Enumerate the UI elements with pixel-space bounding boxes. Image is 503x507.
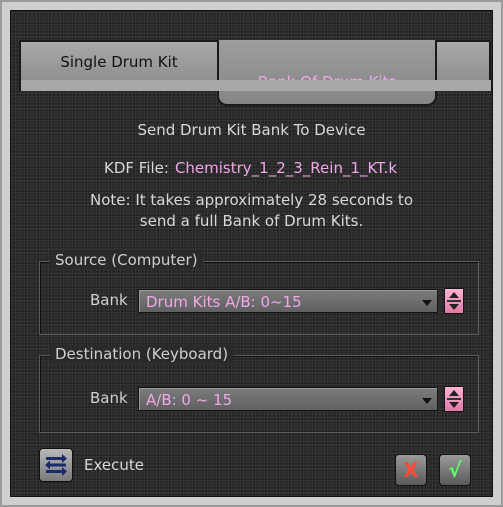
arrow-down-icon[interactable]	[449, 402, 459, 408]
source-bank-value: Drum Kits A/B: 0~15	[146, 293, 302, 311]
kdf-file-label: KDF File:	[104, 159, 169, 177]
tab-bank-of-drum-kits[interactable]: Bank Of Drum Kits	[217, 40, 437, 106]
stepper-divider	[447, 300, 461, 302]
source-bank-stepper[interactable]	[444, 288, 464, 314]
tab-filler	[435, 40, 491, 82]
destination-bank-label: Bank	[90, 389, 128, 407]
note-line-1: Note: It takes approximately 28 seconds …	[90, 191, 413, 209]
source-bank-dropdown[interactable]: Drum Kits A/B: 0~15	[138, 289, 438, 313]
chevron-down-icon	[422, 398, 432, 404]
ok-button[interactable]: √	[439, 454, 471, 486]
destination-bank-value: A/B: 0 ~ 15	[146, 391, 233, 409]
heading-text: Send Drum Kit Bank To Device	[137, 121, 366, 139]
destination-bank-dropdown[interactable]: A/B: 0 ~ 15	[138, 387, 438, 411]
chevron-down-icon	[422, 300, 432, 306]
tab-single-drum-kit[interactable]: Single Drum Kit	[19, 40, 219, 82]
kdf-file-line: KDF File: Chemistry_1_2_3_Rein_1_KT.k	[104, 159, 397, 177]
stepper-divider	[447, 398, 461, 400]
execute-icon	[39, 448, 73, 482]
execute-button[interactable]: Execute	[39, 448, 169, 484]
execute-icon-graphic	[45, 454, 67, 476]
destination-group: Destination (Keyboard) Bank A/B: 0 ~ 15	[39, 345, 479, 433]
tab-strip	[19, 80, 493, 91]
x-icon: X	[403, 458, 419, 482]
cancel-button[interactable]: X	[395, 454, 427, 486]
arrow-down-icon[interactable]	[449, 304, 459, 310]
kdf-file-value: Chemistry_1_2_3_Rein_1_KT.k	[174, 159, 398, 177]
source-bank-label: Bank	[90, 291, 128, 309]
arrow-up-icon[interactable]	[449, 292, 459, 298]
destination-bank-stepper[interactable]	[444, 386, 464, 412]
source-group-title: Source (Computer)	[50, 251, 203, 269]
checkmark-icon: √	[448, 458, 462, 482]
destination-group-title: Destination (Keyboard)	[50, 345, 234, 363]
execute-label: Execute	[84, 456, 144, 474]
arrow-up-icon[interactable]	[449, 390, 459, 396]
dialog-frame: Single Drum Kit Bank Of Drum Kits Send D…	[0, 0, 503, 507]
dialog-panel: Single Drum Kit Bank Of Drum Kits Send D…	[10, 10, 493, 497]
source-group: Source (Computer) Bank Drum Kits A/B: 0~…	[39, 251, 479, 335]
note-line-2: send a full Bank of Drum Kits.	[139, 212, 364, 230]
